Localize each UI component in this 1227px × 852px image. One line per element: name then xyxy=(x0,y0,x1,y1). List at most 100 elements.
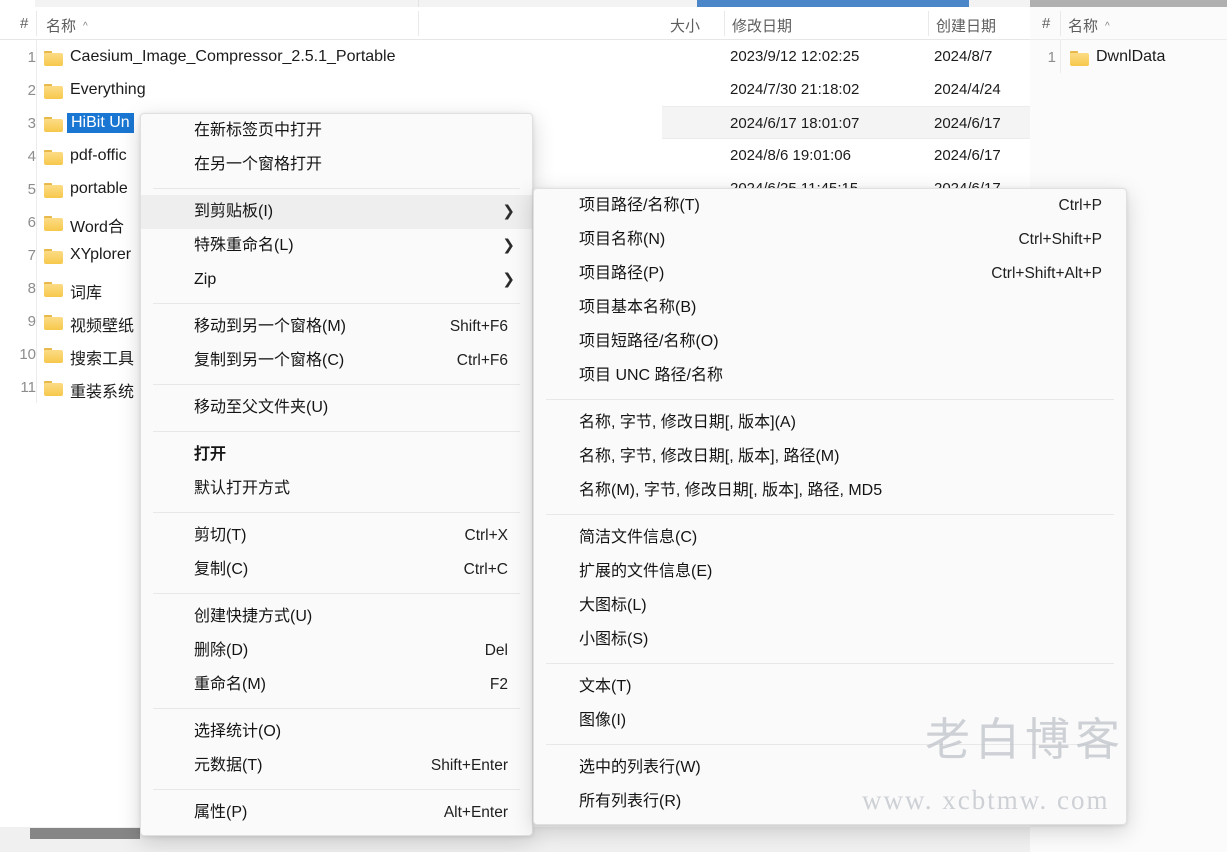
menu-item-shortcut: Ctrl+X xyxy=(464,527,509,544)
file-name[interactable]: Word合 xyxy=(70,213,124,237)
header-divider[interactable] xyxy=(928,11,929,36)
header-divider[interactable] xyxy=(418,11,419,36)
menu-item[interactable]: 创建快捷方式(U) xyxy=(141,600,532,634)
row-index: 9 xyxy=(27,313,36,330)
submenu-item[interactable]: 项目 UNC 路径/名称 xyxy=(534,359,1126,393)
submenu-item[interactable]: 名称(M), 字节, 修改日期[, 版本], 路径, MD5 xyxy=(534,474,1126,508)
submenu-item[interactable]: 图像(I) xyxy=(534,704,1126,738)
menu-item[interactable]: 删除(D) Del xyxy=(141,634,532,668)
table-row[interactable]: 2024/7/30 21:18:02 2024/4/24 xyxy=(662,73,1030,106)
header-divider[interactable] xyxy=(724,11,725,36)
file-name[interactable]: 词库 xyxy=(70,279,102,303)
menu-separator xyxy=(153,512,520,513)
submenu-item[interactable]: 项目基本名称(B) xyxy=(534,291,1126,325)
menu-item[interactable]: 打开 xyxy=(141,438,532,472)
table-row[interactable]: 2024/6/17 18:01:07 2024/6/17 xyxy=(662,106,1030,139)
menu-item[interactable]: 默认打开方式 xyxy=(141,472,532,506)
header-divider[interactable] xyxy=(36,11,37,36)
folder-icon xyxy=(44,183,63,198)
header-divider[interactable] xyxy=(1060,11,1061,36)
file-name[interactable]: Everything xyxy=(70,81,146,99)
file-name[interactable]: pdf-offic xyxy=(70,147,127,165)
folder-icon xyxy=(44,282,63,297)
file-name[interactable]: Caesium_Image_Compressor_2.5.1_Portable xyxy=(70,48,396,66)
file-name[interactable]: 搜索工具 xyxy=(70,345,134,369)
context-submenu-clipboard[interactable]: 项目路径/名称(T) Ctrl+P 项目名称(N) Ctrl+Shift+P 项目路径(… xyxy=(533,188,1127,825)
row-divider xyxy=(36,304,37,337)
menu-item[interactable]: 元数据(T) Shift+Enter xyxy=(141,749,532,783)
submenu-item[interactable]: 选中的列表行(W) xyxy=(534,751,1126,785)
menu-item[interactable]: 剪切(T) Ctrl+X xyxy=(141,519,532,553)
menu-item[interactable]: 移动到另一个窗格(M) Shift+F6 xyxy=(141,310,532,344)
table-row[interactable]: 2 Everything xyxy=(0,73,662,106)
column-header-size[interactable]: 大小 xyxy=(670,15,700,36)
file-name[interactable]: 重装系统 xyxy=(70,378,134,402)
submenu-item[interactable]: 项目名称(N) Ctrl+Shift+P xyxy=(534,223,1126,257)
inactive-pane-titlebar xyxy=(1030,0,1227,7)
menu-item[interactable]: 属性(P) Alt+Enter xyxy=(141,796,532,830)
menu-item-shortcut: Shift+Enter xyxy=(430,757,508,774)
chevron-right-icon: ❯ xyxy=(502,271,515,288)
menu-item[interactable]: 选择统计(O) xyxy=(141,715,532,749)
file-name[interactable]: portable xyxy=(70,180,128,198)
menu-separator xyxy=(153,708,520,709)
scrollbar-thumb[interactable] xyxy=(30,828,140,839)
menu-item[interactable]: 移动至父文件夹(U) xyxy=(141,391,532,425)
menu-item-label: 删除(D) xyxy=(194,642,249,659)
table-row[interactable]: 2024/8/6 19:01:06 2024/6/17 xyxy=(662,139,1030,172)
submenu-item[interactable]: 名称, 字节, 修改日期[, 版本], 路径(M) xyxy=(534,440,1126,474)
menu-item-shortcut: Ctrl+C xyxy=(463,561,508,578)
submenu-item[interactable]: 项目路径(P) Ctrl+Shift+Alt+P xyxy=(534,257,1126,291)
submenu-item[interactable]: 简洁文件信息(C) xyxy=(534,521,1126,555)
folder-icon xyxy=(44,117,63,132)
menu-item[interactable]: 特殊重命名(L) ❯ xyxy=(141,229,532,263)
column-header-name[interactable]: 名称 ^ xyxy=(1068,15,1110,36)
menu-item-label: 项目路径(P) xyxy=(579,265,665,282)
row-divider xyxy=(36,205,37,238)
menu-separator xyxy=(546,514,1114,515)
submenu-item[interactable]: 所有列表行(R) xyxy=(534,785,1126,819)
menu-item[interactable]: 重命名(M) F2 xyxy=(141,668,532,702)
menu-item[interactable]: 复制(C) Ctrl+C xyxy=(141,553,532,587)
menu-item[interactable]: 在另一个窗格打开 xyxy=(141,148,532,182)
menu-item-label: 简洁文件信息(C) xyxy=(579,529,698,546)
submenu-item[interactable]: 扩展的文件信息(E) xyxy=(534,555,1126,589)
column-header-name[interactable]: 名称 ^ xyxy=(46,15,88,36)
context-menu[interactable]: 在新标签页中打开 在另一个窗格打开 到剪贴板(I) ❯ 特殊重命名(L) ❯ Zip ❯ 移动到… xyxy=(140,113,533,836)
table-row[interactable]: 1 Caesium_Image_Compressor_2.5.1_Portable xyxy=(0,40,662,73)
column-header-modified[interactable]: 修改日期 xyxy=(732,15,792,36)
row-index: 8 xyxy=(27,280,36,297)
cell-modified-date: 2024/6/17 18:01:07 xyxy=(730,115,860,132)
menu-item-label: 名称(M), 字节, 修改日期[, 版本], 路径, MD5 xyxy=(579,482,883,499)
column-header-created[interactable]: 创建日期 xyxy=(936,15,996,36)
submenu-item[interactable]: 项目短路径/名称(O) xyxy=(534,325,1126,359)
row-divider xyxy=(36,172,37,205)
column-header-index[interactable]: # xyxy=(20,15,28,32)
file-name[interactable]: HiBit Un xyxy=(67,113,134,133)
menu-item[interactable]: 在新标签页中打开 xyxy=(141,114,532,148)
file-name[interactable]: XYplorer xyxy=(70,246,131,264)
menu-item[interactable]: Zip ❯ xyxy=(141,263,532,297)
submenu-item[interactable]: 名称, 字节, 修改日期[, 版本](A) xyxy=(534,406,1126,440)
menu-bottom-padding xyxy=(534,819,1126,824)
submenu-item[interactable]: 项目路径/名称(T) Ctrl+P xyxy=(534,189,1126,223)
file-name[interactable]: 视频壁纸 xyxy=(70,312,134,336)
menu-item[interactable]: 到剪贴板(I) ❯ xyxy=(141,195,532,229)
table-row[interactable]: 1 DwnlData xyxy=(1030,40,1227,73)
row-index: 1 xyxy=(1047,49,1056,66)
menu-separator xyxy=(153,789,520,790)
menu-item-label: 复制(C) xyxy=(194,561,249,578)
submenu-item[interactable]: 小图标(S) xyxy=(534,623,1126,657)
right-pane-column-headers: # 名称 ^ xyxy=(1030,7,1227,40)
cell-modified-date: 2024/7/30 21:18:02 xyxy=(730,81,860,98)
column-header-index[interactable]: # xyxy=(1042,15,1050,32)
submenu-item[interactable]: 大图标(L) xyxy=(534,589,1126,623)
menu-item[interactable]: 复制到另一个窗格(C) Ctrl+F6 xyxy=(141,344,532,378)
table-row[interactable]: 2023/9/12 12:02:25 2024/8/7 xyxy=(662,40,1030,73)
chevron-right-icon: ❯ xyxy=(502,203,515,220)
menu-separator xyxy=(153,593,520,594)
submenu-item[interactable]: 文本(T) xyxy=(534,670,1126,704)
menu-separator xyxy=(153,384,520,385)
menu-item-label: 剪切(T) xyxy=(194,527,247,544)
file-name[interactable]: DwnlData xyxy=(1096,48,1165,66)
